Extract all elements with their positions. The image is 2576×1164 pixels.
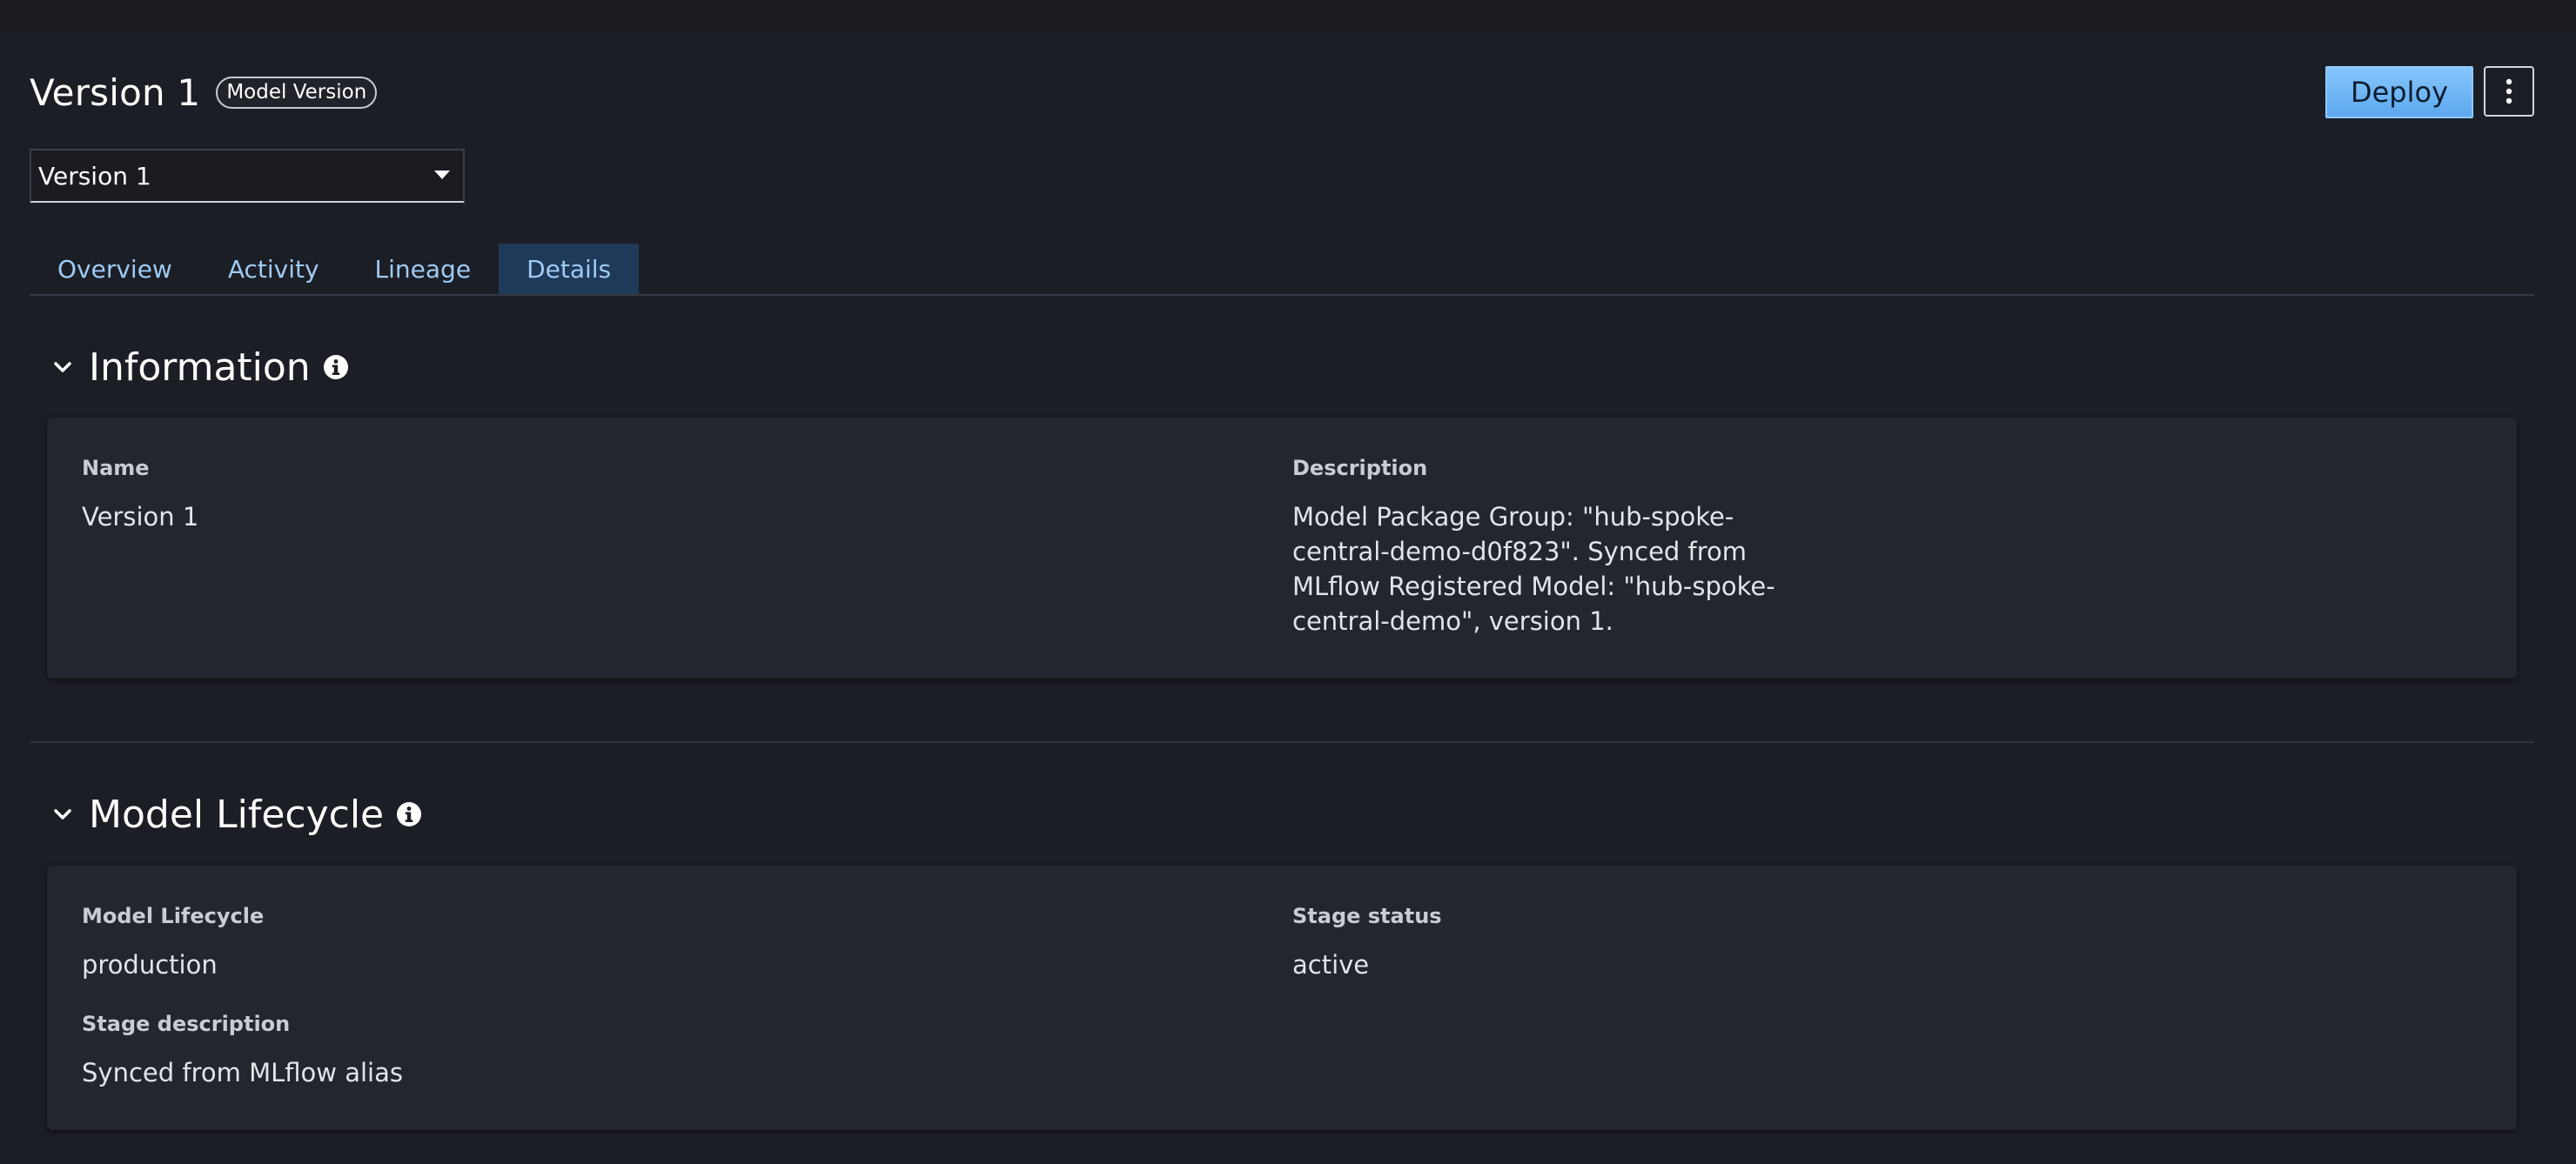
- version-select[interactable]: Version 1: [30, 149, 465, 203]
- chevron-down-icon[interactable]: [49, 361, 77, 373]
- description-label: Description: [1292, 456, 1428, 480]
- caret-down-icon: [433, 168, 451, 184]
- page-title: Version 1: [30, 70, 201, 114]
- name-value: Version 1: [82, 502, 199, 532]
- lifecycle-card: Model Lifecycle production Stage status …: [47, 866, 2517, 1130]
- stage-status-label: Stage status: [1292, 904, 1442, 928]
- tab-overview[interactable]: Overview: [30, 244, 200, 294]
- tabs-divider: [30, 294, 2534, 296]
- deploy-button[interactable]: Deploy: [2325, 66, 2473, 118]
- more-actions-button[interactable]: [2484, 66, 2534, 117]
- information-title: Information: [89, 345, 311, 390]
- tab-activity[interactable]: Activity: [200, 244, 347, 294]
- info-icon[interactable]: [323, 354, 349, 380]
- model-lifecycle-label: Model Lifecycle: [82, 904, 265, 928]
- section-divider: [30, 741, 2534, 743]
- info-icon[interactable]: [396, 801, 422, 827]
- title-row: Version 1 Model Version: [30, 64, 378, 120]
- stage-description-value: Synced from MLflow alias: [82, 1058, 403, 1087]
- lifecycle-title: Model Lifecycle: [89, 792, 385, 837]
- tab-lineage[interactable]: Lineage: [347, 244, 500, 294]
- more-vertical-icon: [2506, 78, 2512, 104]
- description-value: Model Package Group: "hub-spoke-central-…: [1292, 502, 1775, 636]
- tab-details[interactable]: Details: [499, 244, 640, 294]
- stage-description-label: Stage description: [82, 1012, 291, 1036]
- stage-status-value: active: [1292, 950, 1370, 980]
- version-select-value: Version 1: [38, 161, 151, 191]
- model-version-page: Version 1 Model Version Deploy Version 1…: [0, 0, 2576, 1164]
- model-lifecycle-value: production: [82, 950, 218, 980]
- information-card: Name Version 1 Description Model Package…: [47, 418, 2517, 679]
- tab-bar: Overview Activity Lineage Details: [30, 244, 640, 294]
- chevron-down-icon[interactable]: [49, 808, 77, 820]
- lifecycle-section-header[interactable]: Model Lifecycle: [49, 788, 422, 840]
- information-section-header[interactable]: Information: [49, 341, 349, 393]
- model-version-badge: Model Version: [216, 76, 378, 109]
- name-label: Name: [82, 456, 150, 480]
